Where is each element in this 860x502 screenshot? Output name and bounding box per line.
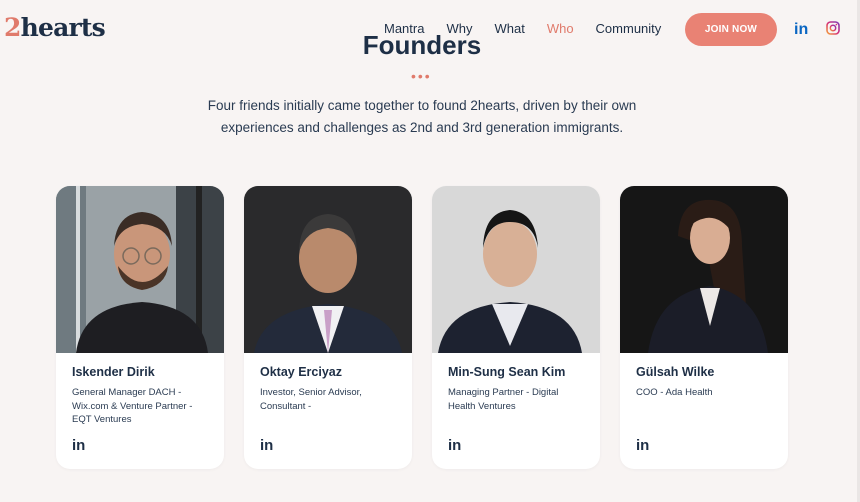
founder-photo <box>244 186 412 353</box>
founder-name: Iskender Dirik <box>72 365 155 379</box>
founder-card: Oktay Erciyaz Investor, Senior Advisor, … <box>244 186 412 469</box>
founder-photo <box>432 186 600 353</box>
founder-role: COO - Ada Health <box>636 387 713 398</box>
founder-role: Investor, Senior Advisor, Consultant - <box>260 387 362 412</box>
founder-role: Managing Partner - Digital Health Ventur… <box>448 387 559 412</box>
founders-cards: Iskender Dirik General Manager DACH - Wi… <box>56 186 808 469</box>
founder-name: Gülsah Wilke <box>636 365 715 379</box>
founder-photo <box>620 186 788 353</box>
founder-card: Iskender Dirik General Manager DACH - Wi… <box>56 186 224 469</box>
page-title: Founders <box>362 30 482 60</box>
founder-name: Min-Sung Sean Kim <box>448 365 566 379</box>
founder-photo <box>56 186 224 353</box>
founders-intro: Four friends initially came together to … <box>207 98 637 135</box>
founder-role: General Manager DACH - Wix.com & Venture… <box>72 387 193 425</box>
linkedin-icon[interactable]: in <box>636 437 649 454</box>
founder-name: Oktay Erciyaz <box>260 365 342 379</box>
founder-card: Min-Sung Sean Kim Managing Partner - Dig… <box>432 186 600 469</box>
linkedin-icon[interactable]: in <box>448 437 461 454</box>
founder-card: Gülsah Wilke COO - Ada Health in <box>620 186 788 469</box>
title-decoration-dots: ••• <box>411 68 432 84</box>
linkedin-icon[interactable]: in <box>260 437 273 454</box>
linkedin-icon[interactable]: in <box>72 437 85 454</box>
